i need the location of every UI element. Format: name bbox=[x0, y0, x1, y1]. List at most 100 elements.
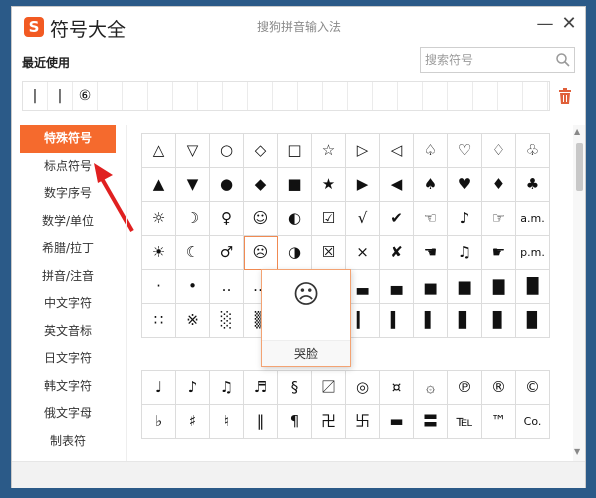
symbol-cell[interactable]: ✔ bbox=[380, 202, 414, 236]
symbol-cell[interactable]: ♂ bbox=[210, 236, 244, 270]
recent-symbol-cell[interactable] bbox=[198, 82, 223, 110]
symbol-cell[interactable]: ‥ bbox=[210, 270, 244, 304]
recent-symbol-cell[interactable] bbox=[123, 82, 148, 110]
symbol-cell[interactable]: ♀ bbox=[210, 202, 244, 236]
recent-symbol-cell[interactable] bbox=[98, 82, 123, 110]
recent-symbol-cell[interactable]: | bbox=[23, 82, 48, 110]
symbol-cell[interactable]: ▌ bbox=[414, 304, 448, 338]
symbol-cell[interactable]: ® bbox=[482, 371, 516, 405]
trash-icon[interactable] bbox=[558, 88, 572, 104]
recent-symbol-cell[interactable] bbox=[223, 82, 248, 110]
symbol-cell[interactable]: © bbox=[516, 371, 550, 405]
symbol-cell[interactable]: ✘ bbox=[380, 236, 414, 270]
scroll-up-icon[interactable]: ▲ bbox=[574, 127, 580, 136]
symbol-cell[interactable]: ♤ bbox=[414, 134, 448, 168]
symbol-cell[interactable]: 〼 bbox=[312, 371, 346, 405]
symbol-cell[interactable]: ░ bbox=[210, 304, 244, 338]
symbol-cell[interactable]: ☽ bbox=[176, 202, 210, 236]
sidebar-item-0[interactable]: 特殊符号 bbox=[20, 125, 116, 153]
symbol-cell[interactable]: ■ bbox=[278, 168, 312, 202]
recent-symbol-cell[interactable] bbox=[323, 82, 348, 110]
sidebar-item-6[interactable]: 中文字符 bbox=[20, 290, 116, 318]
symbol-cell[interactable]: ☜ bbox=[414, 202, 448, 236]
recent-symbol-cell[interactable] bbox=[273, 82, 298, 110]
symbol-cell[interactable]: ▎ bbox=[346, 304, 380, 338]
symbol-cell[interactable]: ▆ bbox=[448, 270, 482, 304]
symbol-cell[interactable]: ∷ bbox=[142, 304, 176, 338]
symbol-cell[interactable]: ▇ bbox=[482, 270, 516, 304]
symbol-cell[interactable]: ♧ bbox=[516, 134, 550, 168]
symbol-cell[interactable]: ♫ bbox=[210, 371, 244, 405]
symbol-cell[interactable]: ★ bbox=[312, 168, 346, 202]
symbol-cell[interactable]: § bbox=[278, 371, 312, 405]
recent-symbol-cell[interactable] bbox=[423, 82, 448, 110]
search-icon[interactable] bbox=[555, 52, 571, 68]
recent-symbol-cell[interactable]: ⑥ bbox=[73, 82, 98, 110]
symbol-cell[interactable]: ▲ bbox=[142, 168, 176, 202]
symbol-cell[interactable]: ♪ bbox=[448, 202, 482, 236]
sidebar-item-5[interactable]: 拼音/注音 bbox=[20, 263, 116, 291]
symbol-cell[interactable]: ♢ bbox=[482, 134, 516, 168]
symbol-cell[interactable]: ¤ bbox=[380, 371, 414, 405]
symbol-cell[interactable]: · bbox=[142, 270, 176, 304]
recent-symbol-cell[interactable] bbox=[348, 82, 373, 110]
recent-symbol-cell[interactable] bbox=[523, 82, 548, 110]
symbol-cell[interactable]: ▄ bbox=[380, 270, 414, 304]
symbol-cell[interactable]: █ bbox=[516, 270, 550, 304]
symbol-cell[interactable]: ▶ bbox=[346, 168, 380, 202]
symbol-cell[interactable]: ™ bbox=[482, 405, 516, 439]
symbol-cell[interactable]: ◐ bbox=[278, 202, 312, 236]
sidebar-item-10[interactable]: 俄文字母 bbox=[20, 400, 116, 428]
symbol-cell[interactable]: ◆ bbox=[244, 168, 278, 202]
symbol-cell[interactable]: ♫ bbox=[448, 236, 482, 270]
symbol-cell[interactable]: ☒ bbox=[312, 236, 346, 270]
sidebar-item-9[interactable]: 韩文字符 bbox=[20, 373, 116, 401]
symbol-cell[interactable]: ▍ bbox=[380, 304, 414, 338]
symbol-cell[interactable]: ▅ bbox=[414, 270, 448, 304]
sidebar-item-4[interactable]: 希腊/拉丁 bbox=[20, 235, 116, 263]
symbol-cell[interactable]: ♣ bbox=[516, 168, 550, 202]
symbol-cell[interactable]: ♠ bbox=[414, 168, 448, 202]
symbol-cell[interactable]: 卍 bbox=[312, 405, 346, 439]
recent-symbol-cell[interactable]: | bbox=[48, 82, 73, 110]
symbol-cell[interactable]: ◁ bbox=[380, 134, 414, 168]
sidebar-item-8[interactable]: 日文字符 bbox=[20, 345, 116, 373]
symbol-cell[interactable]: ☑ bbox=[312, 202, 346, 236]
symbol-cell[interactable]: × bbox=[346, 236, 380, 270]
symbol-cell[interactable]: ☹ bbox=[244, 236, 278, 270]
symbol-cell[interactable]: ● bbox=[210, 168, 244, 202]
search-box[interactable] bbox=[420, 47, 575, 73]
sidebar-item-11[interactable]: 制表符 bbox=[20, 428, 116, 456]
symbol-cell[interactable]: √ bbox=[346, 202, 380, 236]
symbol-cell[interactable]: ♪ bbox=[176, 371, 210, 405]
recent-symbol-cell[interactable] bbox=[248, 82, 273, 110]
recent-symbol-cell[interactable] bbox=[148, 82, 173, 110]
sidebar-item-7[interactable]: 英文音标 bbox=[20, 318, 116, 346]
close-button[interactable]: ✕ bbox=[558, 13, 580, 35]
symbol-cell[interactable]: ▽ bbox=[176, 134, 210, 168]
symbol-cell[interactable]: ☾ bbox=[176, 236, 210, 270]
search-input[interactable] bbox=[425, 51, 550, 69]
symbol-cell[interactable]: ◑ bbox=[278, 236, 312, 270]
symbol-cell[interactable]: • bbox=[176, 270, 210, 304]
symbol-cell[interactable]: ☺ bbox=[244, 202, 278, 236]
symbol-cell[interactable]: ¶ bbox=[278, 405, 312, 439]
symbol-cell[interactable]: ☞ bbox=[482, 202, 516, 236]
symbol-cell[interactable]: ℗ bbox=[448, 371, 482, 405]
symbol-cell[interactable]: ☼ bbox=[142, 202, 176, 236]
symbol-cell[interactable]: ♯ bbox=[176, 405, 210, 439]
symbol-cell[interactable]: ○ bbox=[210, 134, 244, 168]
symbol-cell[interactable]: ☀ bbox=[142, 236, 176, 270]
symbol-cell[interactable]: □ bbox=[278, 134, 312, 168]
symbol-cell[interactable]: 卐 bbox=[346, 405, 380, 439]
recent-symbol-cell[interactable] bbox=[473, 82, 498, 110]
symbol-cell[interactable]: ۞ bbox=[414, 371, 448, 405]
symbol-cell[interactable]: ◎ bbox=[346, 371, 380, 405]
recent-symbol-cell[interactable] bbox=[448, 82, 473, 110]
symbol-cell[interactable]: ▼ bbox=[176, 168, 210, 202]
symbol-cell[interactable]: ▋ bbox=[448, 304, 482, 338]
symbol-cell[interactable]: a.m. bbox=[516, 202, 550, 236]
symbol-cell[interactable]: ♮ bbox=[210, 405, 244, 439]
symbol-cell[interactable]: ▬ bbox=[380, 405, 414, 439]
symbol-cell[interactable]: ☛ bbox=[482, 236, 516, 270]
